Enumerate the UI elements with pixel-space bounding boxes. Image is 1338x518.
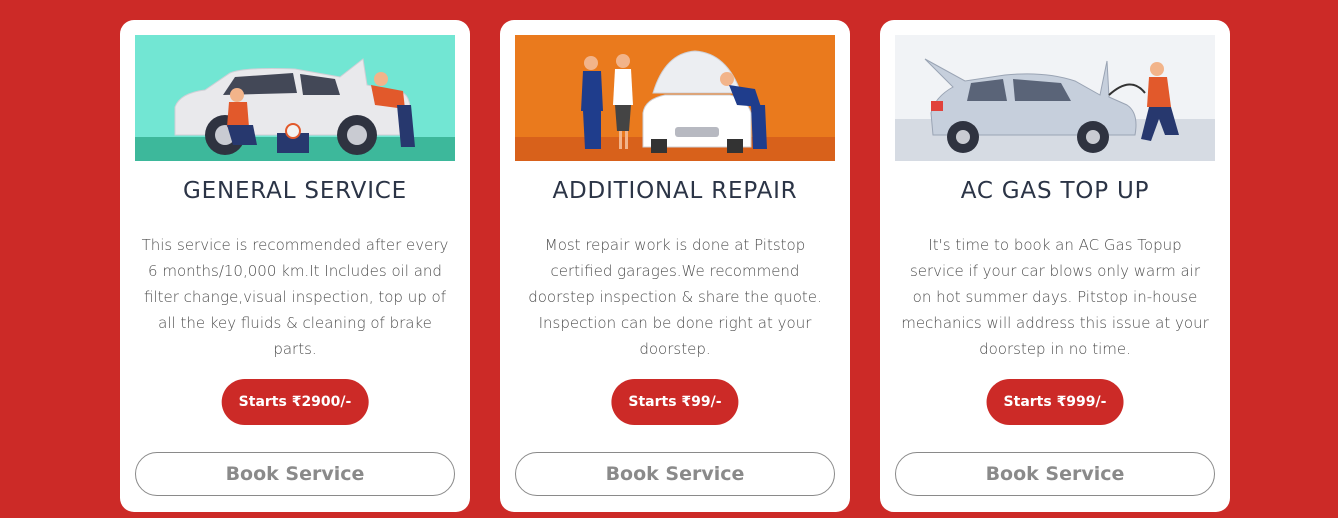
general-service-illustration (135, 35, 455, 161)
book-service-button[interactable]: Book Service (515, 452, 835, 496)
service-card-additional-repair: ADDITIONAL REPAIR Most repair work is do… (500, 20, 850, 512)
card-description: This service is recommended after every … (141, 236, 449, 358)
card-title: GENERAL SERVICE (183, 178, 407, 204)
card-description: Most repair work is done at Pitstop cert… (528, 236, 822, 358)
ac-gas-illustration (895, 35, 1215, 161)
price-badge[interactable]: Starts ₹2900/- (221, 379, 369, 425)
service-card-general: GENERAL SERVICE This service is recommen… (120, 20, 470, 512)
book-service-button[interactable]: Book Service (135, 452, 455, 496)
card-title: AC GAS TOP UP (960, 178, 1150, 204)
book-service-button[interactable]: Book Service (895, 452, 1215, 496)
additional-repair-illustration (515, 35, 835, 161)
price-badge[interactable]: Starts ₹99/- (611, 379, 739, 425)
card-title: ADDITIONAL REPAIR (552, 178, 798, 204)
price-badge[interactable]: Starts ₹999/- (986, 379, 1124, 425)
card-description: It's time to book an AC Gas Topup servic… (901, 236, 1209, 358)
service-card-ac-gas: AC GAS TOP UP It's time to book an AC Ga… (880, 20, 1230, 512)
